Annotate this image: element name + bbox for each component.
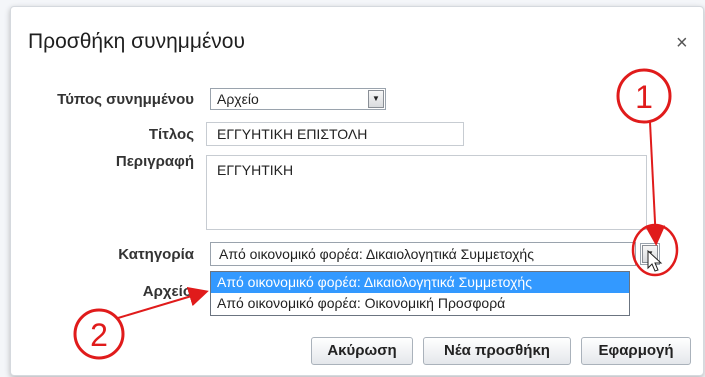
chevron-down-icon[interactable]: ▼ — [368, 90, 384, 108]
category-select[interactable]: Από οικονομικό φορέα: Δικαιολογητικά Συμ… — [210, 242, 636, 266]
category-select-value: Από οικονομικό φορέα: Δικαιολογητικά Συμ… — [219, 246, 534, 262]
type-select[interactable]: Αρχείο ▼ — [210, 88, 386, 110]
category-dropdown-list: Από οικονομικό φορέα: Δικαιολογητικά Συμ… — [210, 271, 630, 316]
type-label: Τύπος συνημμένου — [57, 91, 194, 108]
category-option-participation[interactable]: Από οικονομικό φορέα: Δικαιολογητικά Συμ… — [211, 272, 629, 293]
title-label: Τίτλος — [148, 126, 194, 143]
chevron-down-icon[interactable]: ▼ — [642, 245, 658, 263]
dialog-title: Προσθήκη συνημμένου — [28, 30, 245, 53]
category-dropdown-button[interactable]: ▼ — [640, 243, 660, 265]
cancel-button[interactable]: Ακύρωση — [311, 337, 413, 365]
new-add-button[interactable]: Νέα προσθήκη — [423, 337, 571, 365]
close-icon[interactable]: × — [676, 33, 688, 53]
category-label: Κατηγορία — [118, 246, 194, 263]
description-textarea[interactable]: ΕΓΓΥΗΤΙΚΗ — [206, 155, 647, 230]
file-label: Αρχείο — [142, 283, 192, 300]
apply-button[interactable]: Εφαρμογή — [581, 337, 691, 365]
category-option-financial-offer[interactable]: Από οικονομικό φορέα: Οικονομική Προσφορ… — [211, 293, 629, 314]
title-input[interactable]: ΕΓΓΥΗΤΙΚΗ ΕΠΙΣΤΟΛΗ — [206, 122, 464, 146]
type-select-value: Αρχείο — [217, 91, 259, 107]
description-label: Περιγραφή — [115, 153, 194, 170]
